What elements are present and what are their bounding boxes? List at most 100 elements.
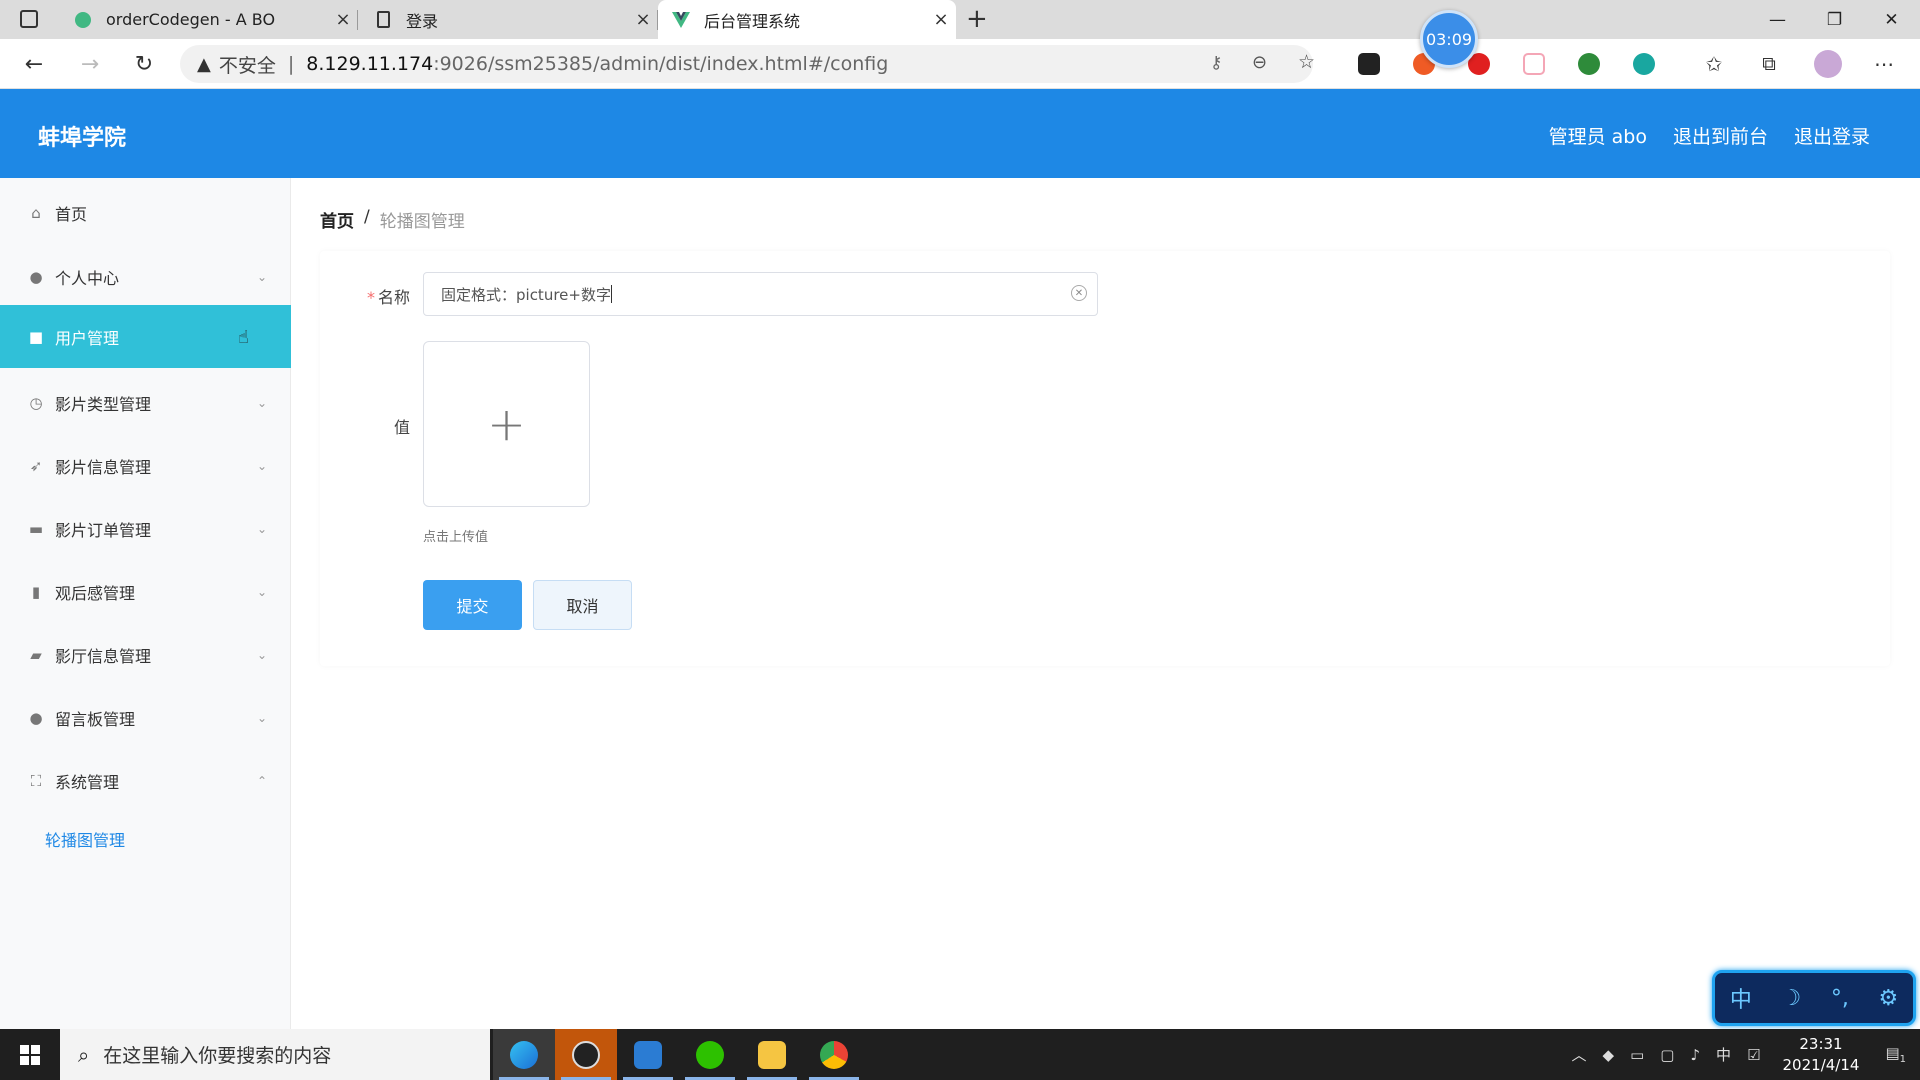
tab-login[interactable]: 登录 × (360, 0, 658, 39)
profile-avatar[interactable] (1814, 50, 1842, 78)
ime-chinese-mode[interactable]: 中 (1730, 982, 1752, 1014)
taskbar-app-icon[interactable] (555, 1029, 617, 1080)
ime-indicator[interactable]: 中 (1716, 1044, 1731, 1065)
sidebar-item-home[interactable]: ⌂ 首页 (0, 181, 291, 244)
notification-count: 1 (1899, 1054, 1906, 1065)
chevron-down-icon: ⌄ (256, 584, 267, 599)
extension-icon[interactable] (1578, 53, 1600, 75)
clock-date: 2021/4/14 (1782, 1055, 1860, 1074)
admin-user-label: 管理员 abo (1548, 126, 1647, 148)
zoom-out-icon[interactable]: ⊖ (1252, 52, 1267, 73)
submit-button[interactable]: 提交 (423, 580, 522, 630)
breadcrumb-home[interactable]: 首页 (320, 207, 354, 232)
back-to-front-link[interactable]: 退出到前台 (1673, 122, 1768, 149)
more-icon[interactable]: ⋯ (1868, 48, 1900, 80)
plus-icon: + (487, 397, 526, 451)
volume-icon[interactable]: ♪ (1690, 1046, 1700, 1064)
bar-chart-icon: ▮ (31, 582, 41, 601)
system-tray: ︿ ◆ ▭ ▢ ♪ 中 ☑ 23:31 2021/4/14 ▤1 (1564, 1029, 1920, 1080)
upload-tip: 点击上传值 (423, 530, 489, 545)
security-label: 不安全 (218, 54, 276, 77)
logout-link[interactable]: 退出登录 (1794, 122, 1870, 149)
tab-close-icon[interactable]: × (628, 9, 658, 30)
briefcase-icon: ▬ (28, 519, 44, 538)
tray-expand-icon[interactable]: ︿ (1572, 1044, 1587, 1065)
cancel-button[interactable]: 取消 (533, 580, 632, 630)
network-icon[interactable]: ▢ (1660, 1046, 1674, 1064)
notification-icon[interactable]: ▤1 (1885, 1044, 1906, 1065)
sidebar-item-users[interactable]: ■ 用户管理 ☝ (0, 305, 291, 368)
window-controls: — ❐ ✕ (1749, 0, 1920, 39)
sidebar-item-film-info[interactable]: ➶ 影片信息管理 ⌄ (0, 434, 291, 497)
sidebar-item-orders[interactable]: ▬ 影片订单管理 ⌄ (0, 497, 291, 560)
extension-icon[interactable] (1358, 53, 1380, 75)
sidebar-item-film-types[interactable]: ◷ 影片类型管理 ⌄ (0, 371, 291, 434)
punctuation-icon[interactable]: °, (1831, 986, 1849, 1011)
taskbar-search[interactable]: ⌕ 在这里输入你要搜索的内容 (60, 1029, 490, 1080)
tab-actions-icon[interactable] (20, 10, 38, 28)
tab-ordercodegen[interactable]: orderCodegen - A BO × (60, 0, 358, 39)
cursor-icon: ☝ (238, 327, 249, 348)
sidebar-item-halls[interactable]: ▰ 影厅信息管理 ⌄ (0, 623, 291, 686)
tab-close-icon[interactable]: × (328, 9, 358, 30)
windows-start-icon[interactable] (0, 1029, 60, 1080)
sidebar-item-reviews[interactable]: ▮ 观后感管理 ⌄ (0, 560, 291, 623)
address-toolbar: ← → ↻ ▲ 不安全 | 8.129.11.174 :9026/ssm2538… (0, 39, 1920, 89)
favorite-add-icon[interactable]: ☆ (1298, 51, 1315, 73)
taskbar-word-icon[interactable] (617, 1029, 679, 1080)
sidebar-item-label: 个人中心 (55, 268, 120, 288)
chevron-down-icon: ⌄ (256, 647, 267, 662)
new-tab-button[interactable]: + (966, 4, 988, 34)
sidebar-item-messages[interactable]: ● 留言板管理 ⌄ (0, 686, 291, 749)
sidebar-item-label: 首页 (55, 204, 88, 224)
tab-admin[interactable]: 后台管理系统 × (658, 0, 956, 39)
extension-icon[interactable] (1633, 53, 1655, 75)
tab-close-icon[interactable]: × (926, 9, 956, 30)
forward-icon[interactable]: → (74, 48, 106, 80)
clear-icon[interactable]: ✕ (1071, 285, 1087, 301)
sidebar-item-label: 留言板管理 (55, 709, 136, 729)
favorites-icon[interactable]: ✩ (1698, 48, 1730, 80)
collections-icon[interactable]: ⧉ (1753, 48, 1785, 80)
users-icon: ■ (28, 327, 44, 346)
sidebar-subitem-carousel[interactable]: 轮播图管理 (45, 827, 125, 851)
name-input[interactable]: 固定格式：picture+数字 ✕ (423, 272, 1098, 316)
check-icon[interactable]: ☑ (1747, 1046, 1760, 1064)
refresh-icon[interactable]: ↻ (128, 48, 160, 80)
restore-icon[interactable]: ❐ (1806, 0, 1863, 39)
moon-icon[interactable]: ☽ (1781, 986, 1801, 1011)
timer-bubble[interactable]: 03:09 (1420, 10, 1478, 68)
taskbar-wechat-icon[interactable] (679, 1029, 741, 1080)
sidebar-item-system[interactable]: ⛶ 系统管理 ⌃ (0, 749, 291, 812)
taskbar: ⌕ 在这里输入你要搜索的内容 ︿ ◆ ▭ ▢ ♪ 中 ☑ 23:31 2021/… (0, 1029, 1920, 1080)
image-upload-box[interactable]: + (423, 341, 590, 507)
taskbar-explorer-icon[interactable] (741, 1029, 803, 1080)
minimize-icon[interactable]: — (1749, 0, 1806, 39)
taskbar-edge-icon[interactable] (493, 1029, 555, 1080)
url-host: 8.129.11.174 (306, 53, 434, 75)
back-icon[interactable]: ← (18, 48, 50, 80)
sidebar-item-profile[interactable]: ● 个人中心 ⌄ (0, 245, 291, 308)
tray-app-icon[interactable]: ◆ (1603, 1046, 1615, 1064)
clock[interactable]: 23:31 2021/4/14 (1783, 1034, 1860, 1076)
message-icon: ▰ (30, 645, 42, 664)
search-icon: ⌕ (78, 1042, 90, 1067)
send-icon: ➶ (29, 456, 43, 475)
chevron-down-icon: ⌄ (256, 395, 267, 410)
sidebar-item-label: 影厅信息管理 (55, 646, 152, 666)
url-bar[interactable]: ▲ 不安全 | 8.129.11.174 :9026/ssm25385/admi… (180, 45, 1315, 83)
ime-toolbar[interactable]: 中 ☽ °, ⚙ (1712, 970, 1916, 1026)
user-icon: ● (29, 267, 43, 286)
taskbar-chrome-icon[interactable] (803, 1029, 865, 1080)
tab-title: 登录 (406, 11, 439, 31)
extension-icon[interactable] (1523, 53, 1545, 75)
clock-time: 23:31 (1799, 1034, 1843, 1053)
chevron-up-icon: ⌃ (256, 773, 267, 788)
vue-logo-icon (672, 11, 690, 29)
battery-icon[interactable]: ▭ (1630, 1046, 1644, 1064)
close-window-icon[interactable]: ✕ (1863, 0, 1920, 39)
key-icon[interactable]: ⚷ (1210, 53, 1222, 73)
page-icon (374, 11, 392, 29)
app-header: 蚌埠学院 管理员 abo 退出到前台 退出登录 (0, 89, 1920, 178)
gear-icon[interactable]: ⚙ (1878, 986, 1898, 1011)
